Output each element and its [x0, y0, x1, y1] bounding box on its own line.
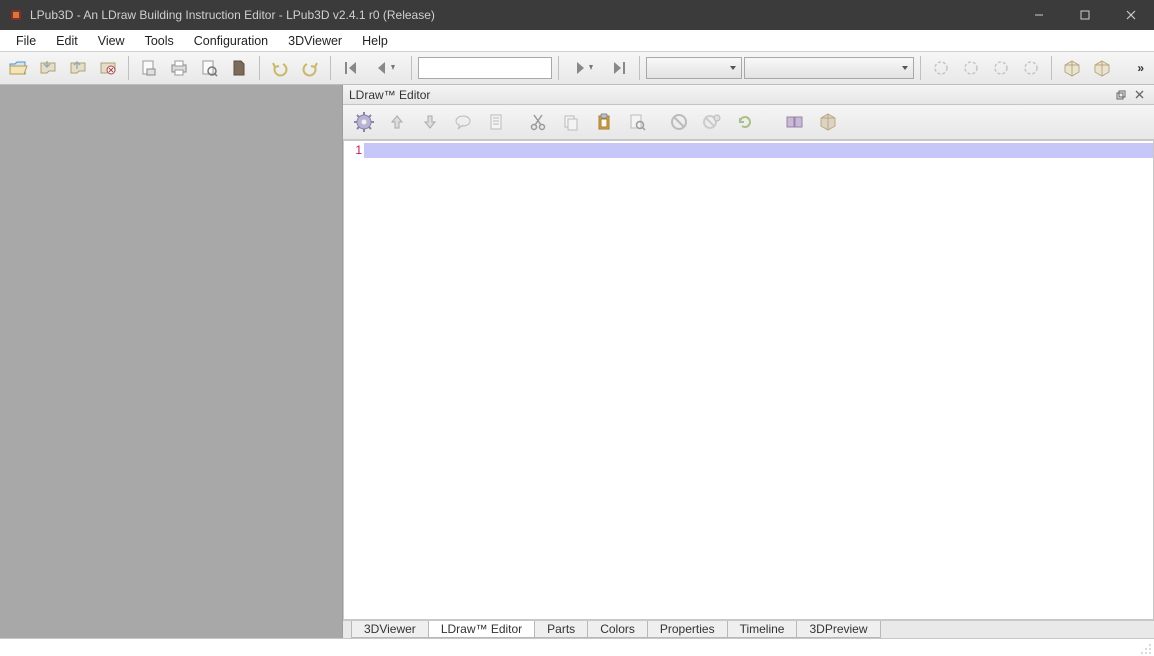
find-icon[interactable] [622, 107, 652, 137]
paste-icon[interactable] [589, 107, 619, 137]
cube-icon[interactable] [1088, 54, 1116, 82]
block-icon[interactable] [813, 107, 843, 137]
rotate-icon[interactable] [1017, 54, 1045, 82]
save-icon[interactable] [34, 54, 62, 82]
combo-2[interactable] [744, 57, 914, 79]
toolbar-separator [259, 56, 260, 80]
cube-icon[interactable] [1058, 54, 1086, 82]
menu-3dviewer[interactable]: 3DViewer [278, 32, 352, 50]
prev-page-icon[interactable] [367, 54, 405, 82]
undo-icon[interactable] [266, 54, 294, 82]
gear-icon[interactable] [349, 107, 379, 137]
dock-titlebar: LDraw™ Editor [343, 85, 1154, 105]
right-pane: LDraw™ Editor 1 [343, 85, 1154, 638]
tab-timeline[interactable]: Timeline [727, 621, 798, 638]
tab-colors[interactable]: Colors [587, 621, 648, 638]
current-line-highlight [364, 143, 1153, 158]
tab-ldraw-editor[interactable]: LDraw™ Editor [428, 621, 535, 638]
folder-cancel-icon[interactable] [94, 54, 122, 82]
move-up-icon[interactable] [382, 107, 412, 137]
redo-icon[interactable] [296, 54, 324, 82]
toolbar-separator [330, 56, 331, 80]
disable-icon[interactable] [664, 107, 694, 137]
tab-parts[interactable]: Parts [534, 621, 588, 638]
combo-1[interactable] [646, 57, 742, 79]
menu-configuration[interactable]: Configuration [184, 32, 278, 50]
editor-body[interactable] [364, 141, 1153, 619]
last-page-icon[interactable] [605, 54, 633, 82]
dock-close-button[interactable] [1130, 87, 1148, 103]
bottom-tabs: 3DViewer LDraw™ Editor Parts Colors Prop… [343, 620, 1154, 638]
toolbar-overflow[interactable]: » [1131, 61, 1150, 75]
toolbar-separator [920, 56, 921, 80]
toolbar-separator [128, 56, 129, 80]
move-down-icon[interactable] [415, 107, 445, 137]
folder-up-icon[interactable] [64, 54, 92, 82]
page-number-input[interactable] [418, 57, 552, 79]
toolbar-separator [639, 56, 640, 80]
tab-3dviewer[interactable]: 3DViewer [351, 621, 429, 638]
comment-icon[interactable] [448, 107, 478, 137]
disable2-icon[interactable] [697, 107, 727, 137]
menu-edit[interactable]: Edit [46, 32, 88, 50]
print-icon[interactable] [165, 54, 193, 82]
reload-icon[interactable] [730, 107, 760, 137]
workspace: LDraw™ Editor 1 [0, 85, 1154, 638]
next-page-icon[interactable] [565, 54, 603, 82]
rotate-icon[interactable] [927, 54, 955, 82]
menu-help[interactable]: Help [352, 32, 398, 50]
toolbar-separator [411, 56, 412, 80]
toolbar-separator [558, 56, 559, 80]
minimize-button[interactable] [1016, 0, 1062, 30]
editor-area[interactable]: 1 [343, 140, 1154, 620]
cut-icon[interactable] [523, 107, 553, 137]
main-toolbar: » [0, 52, 1154, 85]
editor-toolbar [343, 105, 1154, 140]
tab-3dpreview[interactable]: 3DPreview [796, 621, 880, 638]
line-gutter: 1 [344, 141, 364, 619]
open-folder-icon[interactable] [4, 54, 32, 82]
menu-tools[interactable]: Tools [135, 32, 184, 50]
page-dark-icon[interactable] [225, 54, 253, 82]
page-icon[interactable] [481, 107, 511, 137]
window-title: LPub3D - An LDraw Building Instruction E… [30, 8, 1016, 22]
line-number: 1 [355, 143, 362, 157]
titlebar: LPub3D - An LDraw Building Instruction E… [0, 0, 1154, 30]
rotate-icon[interactable] [957, 54, 985, 82]
left-pane [0, 85, 343, 638]
menubar: File Edit View Tools Configuration 3DVie… [0, 30, 1154, 52]
tab-properties[interactable]: Properties [647, 621, 728, 638]
resize-grip-icon[interactable] [1140, 643, 1152, 655]
app-icon [8, 7, 24, 23]
statusbar [0, 638, 1154, 656]
toolbar-separator [1051, 56, 1052, 80]
rotate-icon[interactable] [987, 54, 1015, 82]
block-icon[interactable] [780, 107, 810, 137]
menu-file[interactable]: File [6, 32, 46, 50]
dock-float-button[interactable] [1112, 87, 1130, 103]
maximize-button[interactable] [1062, 0, 1108, 30]
first-page-icon[interactable] [337, 54, 365, 82]
print-preview-icon[interactable] [195, 54, 223, 82]
copy-icon[interactable] [556, 107, 586, 137]
dock-title-label: LDraw™ Editor [349, 88, 1112, 102]
export-icon[interactable] [135, 54, 163, 82]
menu-view[interactable]: View [88, 32, 135, 50]
close-button[interactable] [1108, 0, 1154, 30]
